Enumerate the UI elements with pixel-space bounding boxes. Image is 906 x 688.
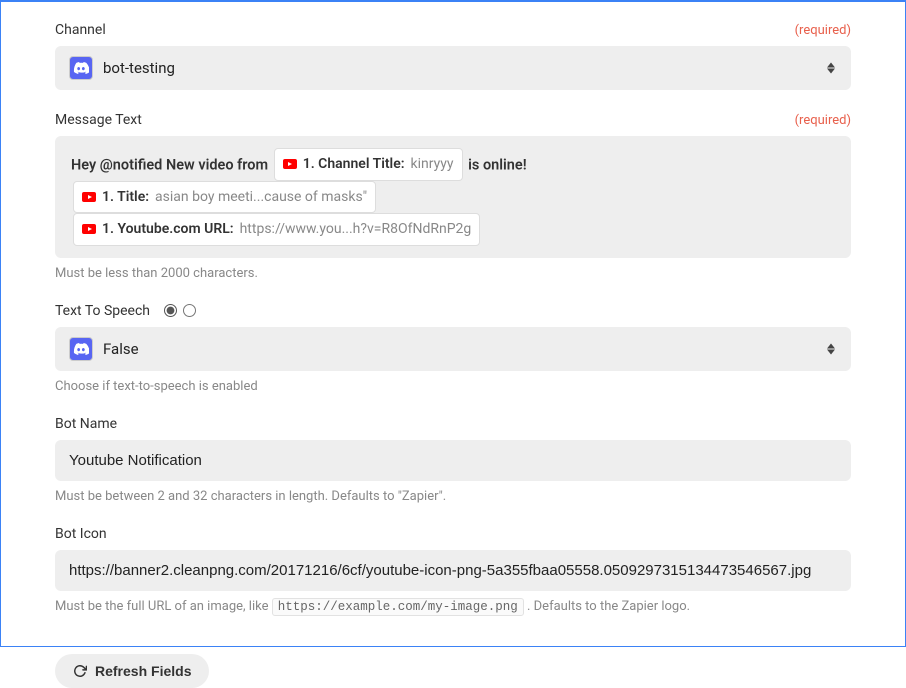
bot-icon-help-suffix: . Defaults to the Zapier logo. xyxy=(527,599,690,614)
message-text-label: Message Text xyxy=(55,112,142,128)
bot-name-label: Bot Name xyxy=(55,416,117,432)
channel-header: Channel (required) xyxy=(55,22,851,38)
bot-icon-help: Must be the full URL of an image, like h… xyxy=(55,599,851,614)
tts-label-text: Text To Speech xyxy=(55,303,150,319)
youtube-icon xyxy=(283,159,297,169)
pill-channel-title-label: 1. Channel Title: xyxy=(303,151,405,178)
channel-required: (required) xyxy=(795,23,851,38)
bot-name-header: Bot Name xyxy=(55,416,851,432)
channel-label: Channel xyxy=(55,22,106,38)
tts-radio-off[interactable] xyxy=(183,304,196,317)
bot-icon-input[interactable] xyxy=(55,550,851,591)
tts-select[interactable]: False xyxy=(55,327,851,371)
pill-title-label: 1. Title: xyxy=(102,184,149,211)
bot-name-input[interactable] xyxy=(55,440,851,481)
bot-icon-label: Bot Icon xyxy=(55,526,107,542)
bot-icon-help-prefix: Must be the full URL of an image, like xyxy=(55,599,268,614)
bot-icon-field: Bot Icon Must be the full URL of an imag… xyxy=(55,526,851,614)
message-prefix: Hey @notified New video from xyxy=(71,156,268,173)
bot-icon-header: Bot Icon xyxy=(55,526,851,542)
message-text-required: (required) xyxy=(795,113,851,128)
discord-icon xyxy=(69,56,93,80)
tts-label: Text To Speech xyxy=(55,303,196,319)
pill-channel-title[interactable]: 1. Channel Title: kinryyy xyxy=(274,148,463,181)
chevron-sort-icon xyxy=(827,343,835,354)
message-text-input[interactable]: Hey @notified New video from 1. Channel … xyxy=(55,136,851,258)
message-text-header: Message Text (required) xyxy=(55,112,851,128)
tts-field: Text To Speech False Choose if text-to-s… xyxy=(55,303,851,394)
pill-title[interactable]: 1. Title: asian boy meeti...cause of mas… xyxy=(73,181,376,214)
pill-url-value: https://www.you...h?v=R8OfNdRnP2g xyxy=(240,216,472,243)
refresh-label: Refresh Fields xyxy=(95,663,191,679)
tts-help: Choose if text-to-speech is enabled xyxy=(55,379,851,394)
tts-value: False xyxy=(103,340,139,358)
youtube-icon xyxy=(82,192,96,202)
pill-url-label: 1. Youtube.com URL: xyxy=(102,216,234,243)
bot-name-field: Bot Name Must be between 2 and 32 charac… xyxy=(55,416,851,504)
discord-icon xyxy=(69,337,93,361)
channel-select[interactable]: bot-testing xyxy=(55,46,851,90)
channel-field: Channel (required) bot-testing xyxy=(55,22,851,90)
pill-title-value: asian boy meeti...cause of masks" xyxy=(155,184,367,211)
refresh-icon xyxy=(73,664,87,678)
message-mid: is online! xyxy=(468,156,526,173)
pill-url[interactable]: 1. Youtube.com URL: https://www.you...h?… xyxy=(73,213,480,246)
tts-header: Text To Speech xyxy=(55,303,851,319)
bot-icon-help-code: https://example.com/my-image.png xyxy=(272,598,524,616)
tts-radio-group xyxy=(164,304,196,317)
message-help: Must be less than 2000 characters. xyxy=(55,266,851,281)
bot-name-help: Must be between 2 and 32 characters in l… xyxy=(55,489,851,504)
chevron-sort-icon xyxy=(827,63,835,74)
pill-channel-title-value: kinryyy xyxy=(411,151,454,178)
tts-radio-on[interactable] xyxy=(164,304,177,317)
channel-value: bot-testing xyxy=(103,59,175,77)
message-text-field: Message Text (required) Hey @notified Ne… xyxy=(55,112,851,281)
refresh-fields-button[interactable]: Refresh Fields xyxy=(55,654,209,688)
youtube-icon xyxy=(82,224,96,234)
